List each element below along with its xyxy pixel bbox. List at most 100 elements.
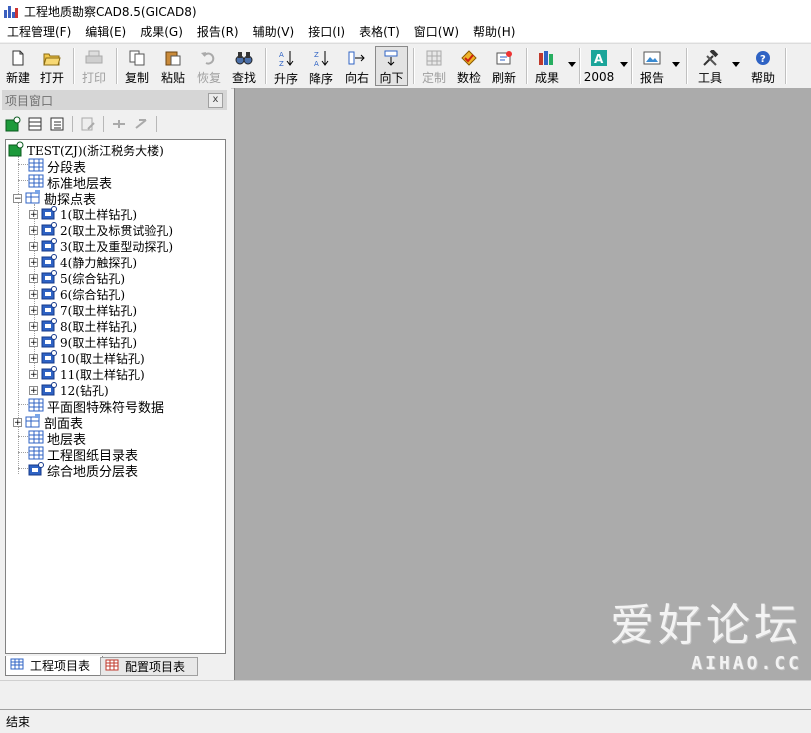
sort-descending-button[interactable]: ZA 降序 bbox=[306, 46, 336, 86]
edit-table-icon[interactable] bbox=[77, 114, 99, 134]
results-button[interactable]: 成果 bbox=[531, 46, 563, 86]
direction-down-button[interactable]: 向下 bbox=[375, 46, 408, 86]
main-workspace[interactable]: 爱好论坛 AIHAO.CC bbox=[234, 88, 811, 680]
menu-window[interactable]: 窗口(W) bbox=[407, 22, 466, 42]
menu-assist[interactable]: 辅助(V) bbox=[246, 22, 302, 42]
help-icon: ? bbox=[754, 49, 772, 66]
tree-hole-1[interactable]: + 1(取土样钻孔) bbox=[29, 205, 137, 223]
help-button[interactable]: ? 帮助 bbox=[747, 46, 779, 86]
table-icon bbox=[28, 174, 44, 191]
grid-table-icon bbox=[425, 49, 443, 66]
table-folder-icon bbox=[25, 189, 41, 207]
tree-hole-2[interactable]: + 2(取土及标贯试验孔) bbox=[29, 221, 173, 239]
menu-results[interactable]: 成果(G) bbox=[133, 22, 190, 42]
table-icon bbox=[28, 446, 44, 463]
report-dropdown-icon[interactable] bbox=[672, 62, 680, 67]
project-window-header: 项目窗口 x bbox=[2, 90, 227, 110]
sort-ascending-icon: AZ bbox=[277, 49, 295, 67]
borehole-icon bbox=[41, 221, 57, 239]
tree-hole-4[interactable]: + 4(静力触探孔) bbox=[29, 253, 137, 270]
version-2008-button[interactable]: A 2008 bbox=[583, 46, 615, 86]
menu-project[interactable]: 工程管理(F) bbox=[0, 22, 78, 42]
svg-text:?: ? bbox=[760, 54, 766, 65]
copy-icon bbox=[128, 49, 146, 66]
hammer-wrench-icon bbox=[701, 49, 719, 66]
refresh-button[interactable]: 刷新 bbox=[489, 46, 519, 86]
tab-config-table[interactable]: 配置项目表 bbox=[100, 657, 198, 676]
menu-report[interactable]: 报告(R) bbox=[190, 22, 246, 42]
tree-hole-5[interactable]: + 5(综合钻孔) bbox=[29, 269, 125, 287]
table-icon bbox=[28, 398, 44, 415]
delete-row-icon[interactable] bbox=[130, 114, 152, 134]
data-check-button[interactable]: 数检 bbox=[454, 46, 484, 86]
tools-dropdown-icon[interactable] bbox=[732, 62, 740, 67]
version-dropdown-icon[interactable] bbox=[620, 62, 628, 67]
tools-button[interactable]: 工具 bbox=[694, 46, 726, 86]
autocad-icon: A bbox=[590, 49, 608, 67]
menu-table[interactable]: 表格(T) bbox=[352, 22, 407, 42]
expand-icon[interactable]: + bbox=[29, 209, 38, 219]
borehole-icon bbox=[41, 205, 57, 223]
restore-button[interactable]: 恢复 bbox=[194, 46, 224, 86]
tree-hole-3[interactable]: + 3(取土及重型动探孔) bbox=[29, 237, 173, 255]
tree-hole-7[interactable]: + 7(取土样钻孔) bbox=[29, 301, 137, 318]
table-list-icon[interactable] bbox=[46, 114, 68, 134]
menu-interface[interactable]: 接口(I) bbox=[301, 22, 352, 42]
tree-hole-6[interactable]: + 6(综合钻孔) bbox=[29, 285, 125, 303]
tab-project-table[interactable]: 工程项目表 bbox=[5, 656, 103, 676]
tree-item-exploration[interactable]: − 勘探点表 bbox=[13, 189, 96, 208]
sort-ascending-button[interactable]: AZ 升序 bbox=[271, 46, 301, 86]
expand-icon[interactable]: + bbox=[29, 337, 38, 347]
sort-descending-icon: ZA bbox=[312, 49, 330, 67]
check-diamond-icon bbox=[460, 49, 478, 66]
tree-hole-8[interactable]: + 8(取土样钻孔) bbox=[29, 317, 137, 335]
results-dropdown-icon[interactable] bbox=[568, 62, 576, 67]
borehole-icon bbox=[41, 237, 57, 255]
tree-hole-11[interactable]: + 11(取土样钻孔) bbox=[29, 365, 145, 382]
expand-icon[interactable]: + bbox=[29, 353, 38, 363]
borehole-icon bbox=[41, 317, 57, 335]
menu-edit[interactable]: 编辑(E) bbox=[78, 22, 133, 42]
config-table-icon bbox=[105, 659, 119, 674]
expand-icon[interactable]: + bbox=[29, 289, 38, 299]
table-properties-icon[interactable] bbox=[24, 114, 46, 134]
tree-hole-10[interactable]: + 10(取土样钻孔) bbox=[29, 349, 145, 366]
window-title: 工程地质勘察CAD8.5(GICAD8) bbox=[24, 4, 197, 19]
new-button[interactable]: 新建 bbox=[3, 46, 33, 86]
customize-button[interactable]: 定制 bbox=[418, 46, 450, 86]
expand-icon[interactable]: + bbox=[29, 273, 38, 283]
borehole-icon bbox=[41, 333, 57, 351]
expand-icon[interactable]: + bbox=[29, 385, 38, 395]
open-button[interactable]: 打开 bbox=[37, 46, 67, 86]
find-button[interactable]: 查找 bbox=[229, 46, 259, 86]
expand-icon[interactable]: + bbox=[29, 241, 38, 251]
expand-icon[interactable]: + bbox=[29, 369, 38, 379]
borehole-icon bbox=[28, 461, 44, 479]
menu-help[interactable]: 帮助(H) bbox=[466, 22, 522, 42]
tree-hole-9[interactable]: + 9(取土样钻孔) bbox=[29, 333, 137, 351]
expand-icon[interactable]: + bbox=[29, 225, 38, 235]
report-button[interactable]: 报告 bbox=[636, 46, 668, 86]
close-icon[interactable]: x bbox=[208, 93, 223, 108]
collapse-icon[interactable]: − bbox=[13, 193, 22, 203]
project-window-toolbar bbox=[2, 113, 161, 135]
borehole-icon bbox=[41, 285, 57, 303]
table-icon bbox=[28, 430, 44, 447]
insert-row-icon[interactable] bbox=[108, 114, 130, 134]
arrow-right-icon bbox=[348, 49, 366, 66]
watermark-url: AIHAO.CC bbox=[691, 653, 802, 674]
open-folder-icon bbox=[43, 49, 61, 66]
title-bar: 工程地质勘察CAD8.5(GICAD8) bbox=[0, 0, 811, 22]
paste-button[interactable]: 粘贴 bbox=[158, 46, 188, 86]
copy-button[interactable]: 复制 bbox=[122, 46, 152, 86]
direction-right-button[interactable]: 向右 bbox=[341, 46, 373, 86]
watermark-title: 爱好论坛 bbox=[610, 600, 802, 651]
expand-icon[interactable]: + bbox=[29, 321, 38, 331]
tree-item-geo-layers[interactable]: 综合地质分层表 bbox=[28, 461, 138, 480]
print-button[interactable]: 打印 bbox=[79, 46, 109, 86]
expand-icon[interactable]: + bbox=[13, 417, 22, 427]
expand-icon[interactable]: + bbox=[29, 305, 38, 315]
add-project-icon[interactable] bbox=[2, 114, 24, 134]
expand-icon[interactable]: + bbox=[29, 257, 38, 267]
borehole-icon bbox=[41, 269, 57, 287]
